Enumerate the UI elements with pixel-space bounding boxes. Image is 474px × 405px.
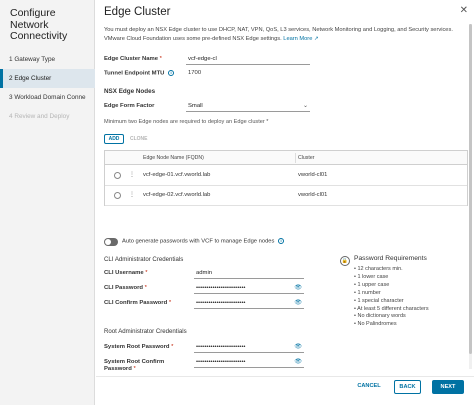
scrollbar-thumb[interactable] xyxy=(469,24,472,354)
root-confirm-password-row: System Root Confirm Password * ••••••••••… xyxy=(104,357,344,372)
list-item: • 1 special character xyxy=(354,297,404,304)
lock-icon: 🔒 xyxy=(340,256,350,266)
table-row[interactable]: ⋮ vcf-edge-01.vcf.vworld.lab vworld-cl01 xyxy=(105,166,467,186)
table-header: Edge Node Name (FQDN) Cluster xyxy=(105,151,467,165)
more-actions-icon[interactable]: ⋮ xyxy=(129,171,135,178)
edge-cluster-name-row: Edge Cluster Name * vcf-edge-cl xyxy=(104,54,344,65)
root-credentials-heading: Root Administrator Credentials xyxy=(104,328,187,335)
cli-username-row: CLI Username * admin xyxy=(104,268,344,279)
edge-cluster-name-input[interactable]: vcf-edge-cl xyxy=(186,54,310,65)
password-requirements-list: • 12 characters min. • 1 lower case • 1 … xyxy=(354,266,429,329)
row-radio[interactable] xyxy=(114,172,121,179)
add-button[interactable]: ADD xyxy=(104,134,124,144)
cli-password-input[interactable]: •••••••••••••••••••••••• 👁 xyxy=(194,283,304,294)
eye-icon[interactable]: 👁 xyxy=(294,343,302,350)
clone-button: CLONE xyxy=(130,136,148,142)
cli-confirm-password-row: CLI Confirm Password * •••••••••••••••••… xyxy=(104,298,344,309)
list-item: • At least 5 different characters xyxy=(354,305,429,312)
info-icon: i xyxy=(168,70,175,76)
password-requirements-title: Password Requirements xyxy=(354,255,427,262)
cli-credentials-heading: CLI Administrator Credentials xyxy=(104,256,184,263)
step-review-and-deploy: 4 Review and Deploy xyxy=(9,113,70,120)
cli-username-input[interactable]: admin xyxy=(194,268,304,279)
next-button[interactable]: NEXT xyxy=(432,380,464,394)
edge-nodes-note: Minimum two Edge nodes are required to d… xyxy=(104,119,269,125)
table-row[interactable]: ⋮ vcf-edge-02.vcf.vworld.lab vworld-cl01 xyxy=(105,186,467,206)
auto-generate-passwords-label: Auto generate passwords with VCF to mana… xyxy=(122,238,285,245)
page-title: Edge Cluster xyxy=(104,6,171,18)
cli-confirm-password-input[interactable]: •••••••••••••••••••••••• 👁 xyxy=(194,298,304,309)
list-item: • No Palindromes xyxy=(354,321,397,328)
auto-generate-passwords-toggle[interactable] xyxy=(104,238,118,246)
eye-icon[interactable]: 👁 xyxy=(294,299,302,306)
list-item: • No dictionary words xyxy=(354,313,406,320)
tunnel-mtu-value: 1700 xyxy=(188,70,202,76)
tunnel-mtu-row: Tunnel Endpoint MTU i 1700 xyxy=(104,68,344,79)
main-panel: Edge Cluster ✕ You must deploy an NSX Ed… xyxy=(96,0,474,405)
edge-node-name: vcf-edge-02.vcf.vworld.lab xyxy=(143,192,211,198)
root-password-label: System Root Password * xyxy=(104,344,174,350)
info-icon: i xyxy=(278,238,285,244)
eye-icon[interactable]: 👁 xyxy=(294,284,302,291)
wizard-steps: 1 Gateway Type 2 Edge Cluster 3 Workload… xyxy=(0,50,95,126)
tunnel-mtu-label: Tunnel Endpoint MTU i xyxy=(104,70,175,77)
edge-form-factor-label: Edge Form Factor xyxy=(104,103,155,109)
intro-text: You must deploy an NSX Edge cluster to u… xyxy=(104,26,466,44)
nsx-edge-nodes-heading: NSX Edge Nodes xyxy=(104,88,156,95)
row-radio[interactable] xyxy=(114,192,121,199)
more-actions-icon[interactable]: ⋮ xyxy=(129,191,135,198)
list-item: • 12 characters min. xyxy=(354,266,403,272)
cli-username-label: CLI Username * xyxy=(104,270,148,276)
step-gateway-type[interactable]: 1 Gateway Type xyxy=(0,50,95,69)
eye-icon[interactable]: 👁 xyxy=(294,358,302,365)
column-header-cluster[interactable]: Cluster xyxy=(298,155,314,161)
list-item: • 1 lower case xyxy=(354,273,389,280)
footer-divider xyxy=(96,376,474,377)
edge-form-factor-row: Edge Form Factor Small ⌄ xyxy=(104,101,344,112)
edge-node-name: vcf-edge-01.vcf.vworld.lab xyxy=(143,172,211,178)
root-confirm-password-input[interactable]: •••••••••••••••••••••••• 👁 xyxy=(194,357,304,368)
column-header-fqdn[interactable]: Edge Node Name (FQDN) xyxy=(143,155,204,161)
edge-node-cluster: vworld-cl01 xyxy=(298,192,328,198)
list-item: • 1 upper case xyxy=(354,281,390,288)
edge-node-cluster: vworld-cl01 xyxy=(298,172,328,178)
wizard-sidebar: Configure Network Connectivity 1 Gateway… xyxy=(0,0,95,405)
cli-password-row: CLI Password * •••••••••••••••••••••••• … xyxy=(104,283,344,294)
wizard-title: Configure Network Connectivity xyxy=(10,7,68,42)
chevron-down-icon: ⌄ xyxy=(302,103,308,109)
step-workload-domain-connectivity[interactable]: 3 Workload Domain Conne xyxy=(0,88,95,107)
edge-nodes-table: Edge Node Name (FQDN) Cluster ⋮ vcf-edge… xyxy=(104,150,468,206)
cli-confirm-password-label: CLI Confirm Password * xyxy=(104,300,172,306)
edge-cluster-name-label: Edge Cluster Name * xyxy=(104,56,162,62)
cli-password-label: CLI Password * xyxy=(104,285,147,291)
learn-more-link[interactable]: Learn More xyxy=(283,36,312,42)
list-item: • 1 number xyxy=(354,289,381,296)
root-password-row: System Root Password * •••••••••••••••••… xyxy=(104,342,344,353)
root-confirm-password-label: System Root Confirm Password * xyxy=(104,359,165,372)
back-button[interactable]: BACK xyxy=(394,380,421,394)
close-icon[interactable]: ✕ xyxy=(460,5,468,16)
cancel-button[interactable]: CANCEL xyxy=(352,380,386,394)
intro-description: You must deploy an NSX Edge cluster to u… xyxy=(104,27,453,42)
external-link-icon[interactable]: ↗ xyxy=(314,36,319,42)
edge-form-factor-select[interactable]: Small ⌄ xyxy=(186,101,310,112)
root-password-input[interactable]: •••••••••••••••••••••••• 👁 xyxy=(194,342,304,353)
step-edge-cluster[interactable]: 2 Edge Cluster xyxy=(0,69,95,88)
